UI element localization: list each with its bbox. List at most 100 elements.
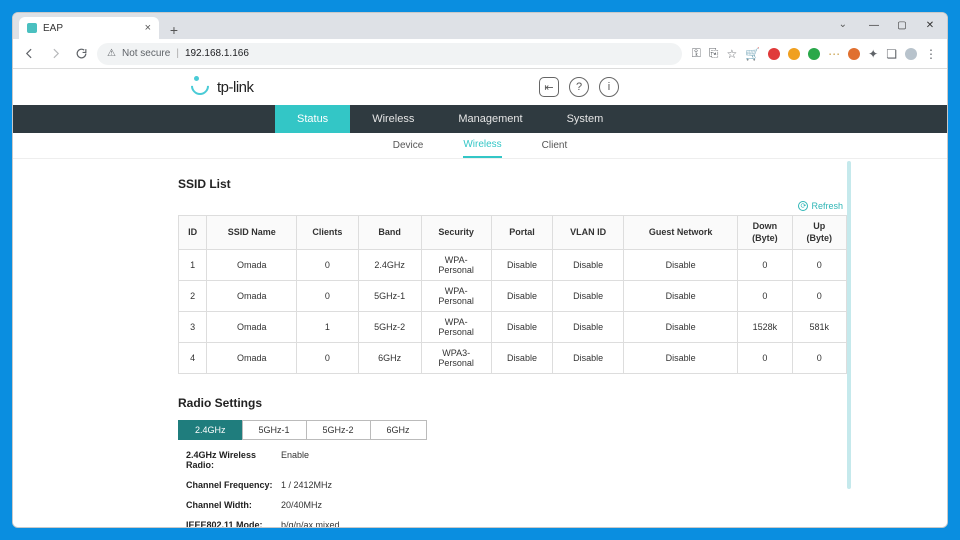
ext-cart[interactable]: 🛒 (745, 47, 760, 61)
ssid-col: SSID Name (207, 216, 297, 250)
mainnav-status[interactable]: Status (275, 105, 350, 133)
ext-translate[interactable]: ⎘ (709, 46, 719, 61)
ssid-cell: 5GHz-1 (358, 281, 421, 312)
extension-icons: ⚿ ⎘ ☆ 🛒 ⋯ ✦ ❏ ⋮ (688, 46, 941, 61)
mainnav-system[interactable]: System (545, 105, 626, 133)
reload-button[interactable] (71, 44, 91, 64)
radio-tab-24ghz[interactable]: 2.4GHz (178, 420, 243, 440)
page-content: tp-link ⇤ ? i StatusWirelessManagementSy… (13, 69, 947, 527)
radio-setting-key: Channel Frequency: (186, 480, 281, 490)
sub-nav: Device Wireless Client (13, 133, 947, 159)
tabs-chevron-icon[interactable]: ⌄ (839, 19, 847, 30)
security-label: Not secure (122, 48, 170, 59)
info-button[interactable]: i (599, 77, 619, 97)
radio-setting-value: Enable (281, 450, 309, 470)
ssid-cell: Disable (624, 250, 738, 281)
tab-title: EAP (43, 23, 63, 34)
logo-mark-icon (191, 77, 211, 97)
mainnav-wireless[interactable]: Wireless (350, 105, 436, 133)
radio-tab-5ghz1[interactable]: 5GHz-1 (242, 420, 307, 440)
radio-settings-list: 2.4GHz Wireless Radio:Enable Channel Freq… (178, 450, 847, 527)
ssid-cell: 0 (738, 343, 792, 374)
browser-tab[interactable]: EAP × (19, 17, 159, 39)
ssid-cell: 0 (297, 250, 358, 281)
ext-avatar[interactable] (905, 48, 917, 60)
ssid-cell: Disable (553, 343, 624, 374)
ssid-cell: WPA3-Personal (421, 343, 491, 374)
minimize-button[interactable]: ― (861, 15, 887, 35)
radio-tab-5ghz2[interactable]: 5GHz-2 (306, 420, 371, 440)
radio-setting-row: 2.4GHz Wireless Radio:Enable (186, 450, 847, 470)
ssid-cell: Disable (491, 281, 552, 312)
mainnav-management[interactable]: Management (436, 105, 544, 133)
security-warning-icon: ⚠ (107, 48, 116, 59)
forward-button[interactable] (45, 44, 65, 64)
ssid-cell: Disable (624, 343, 738, 374)
ssid-col: Guest Network (624, 216, 738, 250)
maximize-button[interactable]: ▢ (889, 15, 915, 35)
radio-tabs: 2.4GHz5GHz-15GHz-26GHz (178, 420, 847, 440)
ssid-col: VLAN ID (553, 216, 624, 250)
ext-star[interactable]: ☆ (726, 47, 737, 61)
ext-e[interactable] (848, 48, 860, 60)
brand-bar: tp-link ⇤ ? i (13, 69, 947, 105)
ssid-cell: Disable (553, 312, 624, 343)
ssid-cell: 2 (179, 281, 207, 312)
ssid-cell: WPA-Personal (421, 281, 491, 312)
ssid-cell: Omada (207, 312, 297, 343)
ssid-table: IDSSID NameClientsBandSecurityPortalVLAN… (178, 215, 847, 374)
menu[interactable]: ⋮ (925, 47, 937, 61)
ssid-row: 3Omada15GHz-2WPA-PersonalDisableDisableD… (179, 312, 847, 343)
tab-strip: EAP × + ⌄ ― ▢ ✕ (13, 13, 947, 39)
subnav-wireless[interactable]: Wireless (463, 133, 501, 158)
radio-setting-value: b/g/n/ax mixed (281, 520, 340, 527)
layout-toggle-button[interactable]: ⇤ (539, 77, 559, 97)
ssid-col: Band (358, 216, 421, 250)
new-tab-button[interactable]: + (165, 21, 183, 39)
radio-setting-value: 20/40MHz (281, 500, 322, 510)
ext-b[interactable] (788, 48, 800, 60)
ssid-cell: 0 (738, 281, 792, 312)
ext-c[interactable] (808, 48, 820, 60)
ssid-col: Security (421, 216, 491, 250)
main-nav: StatusWirelessManagementSystem (13, 105, 947, 133)
ssid-row: 1Omada02.4GHzWPA-PersonalDisableDisableD… (179, 250, 847, 281)
back-button[interactable] (19, 44, 39, 64)
ssid-col: Down(Byte) (738, 216, 792, 250)
favicon (27, 23, 37, 33)
refresh-link[interactable]: ⟳ Refresh (798, 201, 843, 211)
ssid-cell: Disable (491, 312, 552, 343)
ssid-cell: 0 (792, 250, 846, 281)
ext-a[interactable] (768, 48, 780, 60)
radio-setting-row: IEEE802.11 Mode:b/g/n/ax mixed (186, 520, 847, 527)
subnav-client[interactable]: Client (542, 133, 568, 158)
ssid-cell: 1 (297, 312, 358, 343)
ssid-cell: Omada (207, 250, 297, 281)
help-button[interactable]: ? (569, 77, 589, 97)
ssid-row: 4Omada06GHzWPA3-PersonalDisableDisableDi… (179, 343, 847, 374)
refresh-label: Refresh (811, 201, 843, 211)
ssid-row: 2Omada05GHz-1WPA-PersonalDisableDisableD… (179, 281, 847, 312)
ssid-cell: 3 (179, 312, 207, 343)
close-window-button[interactable]: ✕ (917, 15, 943, 35)
radio-setting-key: Channel Width: (186, 500, 281, 510)
ssid-cell: 0 (792, 343, 846, 374)
ext-bookmark[interactable]: ❏ (886, 47, 897, 61)
ssid-cell: Omada (207, 281, 297, 312)
ssid-cell: Omada (207, 343, 297, 374)
content-area: SSID List ⟳ Refresh IDSSID NameClientsBa… (13, 159, 947, 527)
ssid-col: Up(Byte) (792, 216, 846, 250)
ext-puzzle[interactable]: ✦ (868, 47, 878, 61)
ext-d[interactable]: ⋯ (828, 47, 840, 61)
address-bar: ⚠ Not secure | 192.168.1.166 ⚿ ⎘ ☆ 🛒 ⋯ ✦ ❏ ⋮ (13, 39, 947, 69)
radio-tab-6ghz[interactable]: 6GHz (370, 420, 427, 440)
subnav-device[interactable]: Device (393, 133, 424, 158)
refresh-icon: ⟳ (798, 201, 808, 211)
ssid-cell: Disable (624, 312, 738, 343)
ssid-col: Clients (297, 216, 358, 250)
omnibox[interactable]: ⚠ Not secure | 192.168.1.166 (97, 43, 682, 65)
ssid-cell: 581k (792, 312, 846, 343)
close-tab-icon[interactable]: × (145, 22, 151, 34)
radio-setting-row: Channel Width:20/40MHz (186, 500, 847, 510)
key-icon[interactable]: ⚿ (692, 46, 701, 61)
